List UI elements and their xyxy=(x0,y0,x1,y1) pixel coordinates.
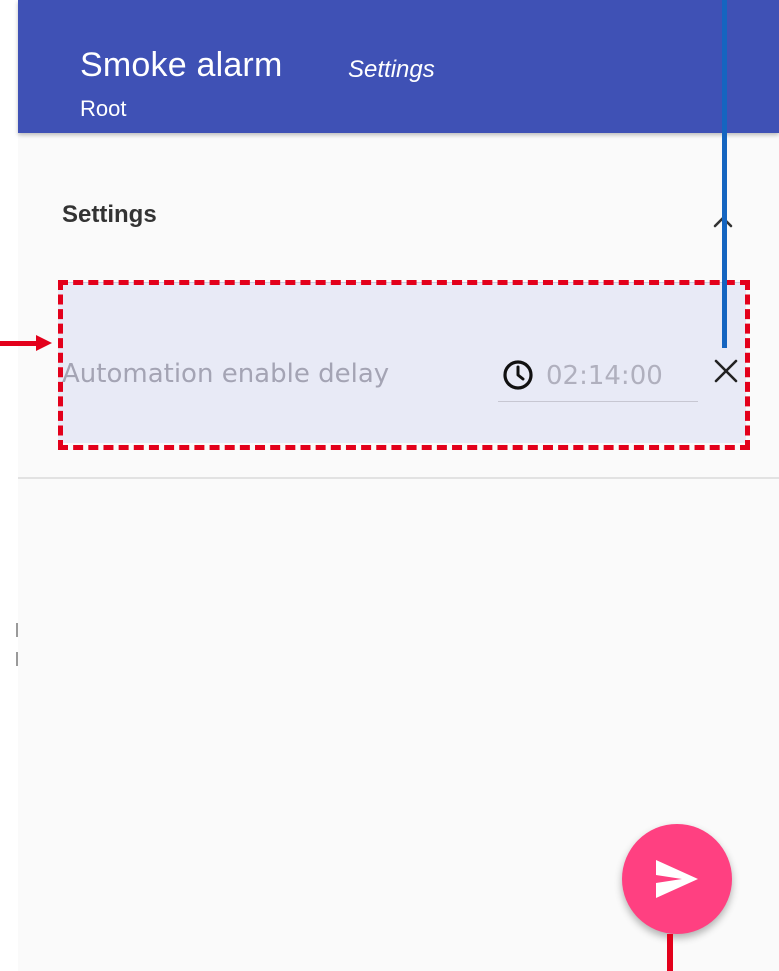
edge-mark xyxy=(16,623,18,637)
close-icon[interactable] xyxy=(708,353,744,389)
section-divider xyxy=(18,477,779,479)
device-title: Smoke alarm xyxy=(80,46,283,84)
time-input[interactable]: 02:14:00 xyxy=(498,353,698,402)
breadcrumb[interactable]: Root xyxy=(80,96,126,122)
app-bar: Smoke alarm Settings Root xyxy=(18,0,779,133)
send-icon xyxy=(656,860,698,898)
app-screen: Smoke alarm Settings Root Settings Autom… xyxy=(18,0,779,971)
time-value: 02:14:00 xyxy=(546,361,663,391)
edge-mark xyxy=(16,652,18,666)
setting-label: Automation enable delay xyxy=(62,359,390,389)
pointer-line-blue xyxy=(722,0,727,348)
page-subtitle: Settings xyxy=(348,56,435,83)
pointer-arrow-line xyxy=(0,341,40,346)
clock-icon xyxy=(500,357,536,393)
pointer-arrow-head xyxy=(36,335,52,351)
setting-row-automation-delay: Automation enable delay 02:14:00 xyxy=(58,282,746,443)
section-title: Settings xyxy=(62,201,157,228)
send-button[interactable] xyxy=(622,824,732,934)
pointer-line-bottom xyxy=(667,934,673,971)
